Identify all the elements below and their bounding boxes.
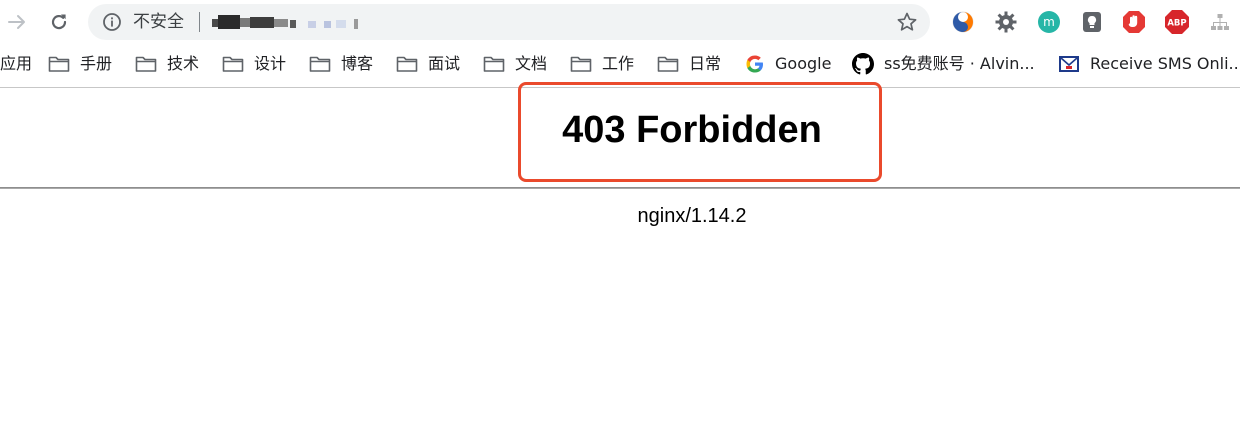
bookmark-github-label: ss免费账号 · Alvin... (884, 54, 1035, 73)
svg-text:m: m (1043, 15, 1055, 29)
bookmark-star-icon[interactable] (896, 11, 918, 33)
block-extension[interactable] (1120, 8, 1148, 36)
bookmark-folder-6[interactable]: 文档 (483, 53, 547, 75)
arrow-right-icon (8, 15, 25, 29)
block-icon (1123, 11, 1145, 33)
bookmarks-bar: 应用 手册 技术 设计 博客 面试 文档 工作 日常 Google ss免费账号… (0, 44, 1240, 84)
gear-extension[interactable] (992, 8, 1020, 36)
address-divider (199, 12, 200, 32)
forward-button[interactable] (2, 7, 32, 37)
folder-icon (570, 56, 592, 72)
info-icon[interactable] (102, 12, 122, 32)
folder-icon (309, 56, 331, 72)
adblock-text: ABP (1167, 19, 1186, 29)
browser-toolbar: 不安全 m ABP (0, 0, 1240, 44)
highlight-annotation-box (518, 82, 882, 182)
folder-label: 文档 (515, 54, 548, 73)
folder-label: 设计 (254, 54, 287, 73)
folder-label: 面试 (428, 54, 461, 73)
bookmark-github[interactable]: ss免费账号 · Alvin... (852, 53, 1035, 75)
bookmark-folder-1[interactable]: 手册 (48, 53, 112, 75)
server-signature: nginx/1.14.2 (637, 205, 747, 227)
folder-icon (657, 56, 679, 72)
bookmark-sms-label: Receive SMS Onli... (1090, 54, 1240, 73)
folder-label: 手册 (80, 54, 113, 73)
sitemap-extension[interactable] (1206, 8, 1234, 36)
bookmark-folder-4[interactable]: 博客 (309, 53, 373, 75)
bookmark-apps-label: 应用 (0, 54, 33, 73)
bookmark-folder-8[interactable]: 日常 (657, 53, 721, 75)
keep-icon (1083, 12, 1101, 32)
github-icon (852, 53, 874, 75)
folder-label: 日常 (689, 54, 722, 73)
folder-icon (396, 56, 418, 72)
folder-label: 博客 (341, 54, 374, 73)
google-icon (746, 55, 763, 73)
sms-envelope-icon (1059, 56, 1079, 72)
sitemap-icon (1211, 14, 1229, 30)
folder-icon (135, 56, 157, 72)
address-bar[interactable]: 不安全 (88, 4, 930, 40)
sourcetree-extension[interactable] (949, 8, 977, 36)
bookmark-folder-2[interactable]: 技术 (135, 53, 199, 75)
folder-icon (483, 56, 505, 72)
not-secure-label[interactable]: 不安全 (133, 12, 184, 32)
keep-extension[interactable] (1078, 8, 1106, 36)
server-signature-wrap: nginx/1.14.2 (0, 203, 1240, 229)
mercury-icon: m (1038, 11, 1060, 33)
bookmark-folder-3[interactable]: 设计 (222, 53, 286, 75)
folder-icon (222, 56, 244, 72)
bookmark-google-label: Google (775, 54, 832, 73)
folder-label: 工作 (602, 54, 635, 73)
page-horizontal-rule (0, 187, 1240, 189)
url-text-masked[interactable] (212, 15, 372, 29)
reload-icon (51, 14, 67, 30)
bookmark-folder-7[interactable]: 工作 (570, 53, 634, 75)
gear-extension-icon (995, 11, 1017, 33)
folder-icon (48, 56, 70, 72)
bookmark-sms[interactable]: Receive SMS Onli... (1058, 53, 1240, 75)
reload-button[interactable] (44, 7, 74, 37)
sourcetree-icon (952, 11, 974, 33)
bookmark-folder-5[interactable]: 面试 (396, 53, 460, 75)
mercury-extension[interactable]: m (1035, 8, 1063, 36)
folder-label: 技术 (167, 54, 200, 73)
adblock-plus-icon: ABP (1165, 10, 1189, 34)
adblock-plus-extension[interactable]: ABP (1163, 8, 1191, 36)
bookmark-apps[interactable]: 应用 (0, 53, 32, 75)
bookmark-google[interactable]: Google (745, 53, 831, 75)
